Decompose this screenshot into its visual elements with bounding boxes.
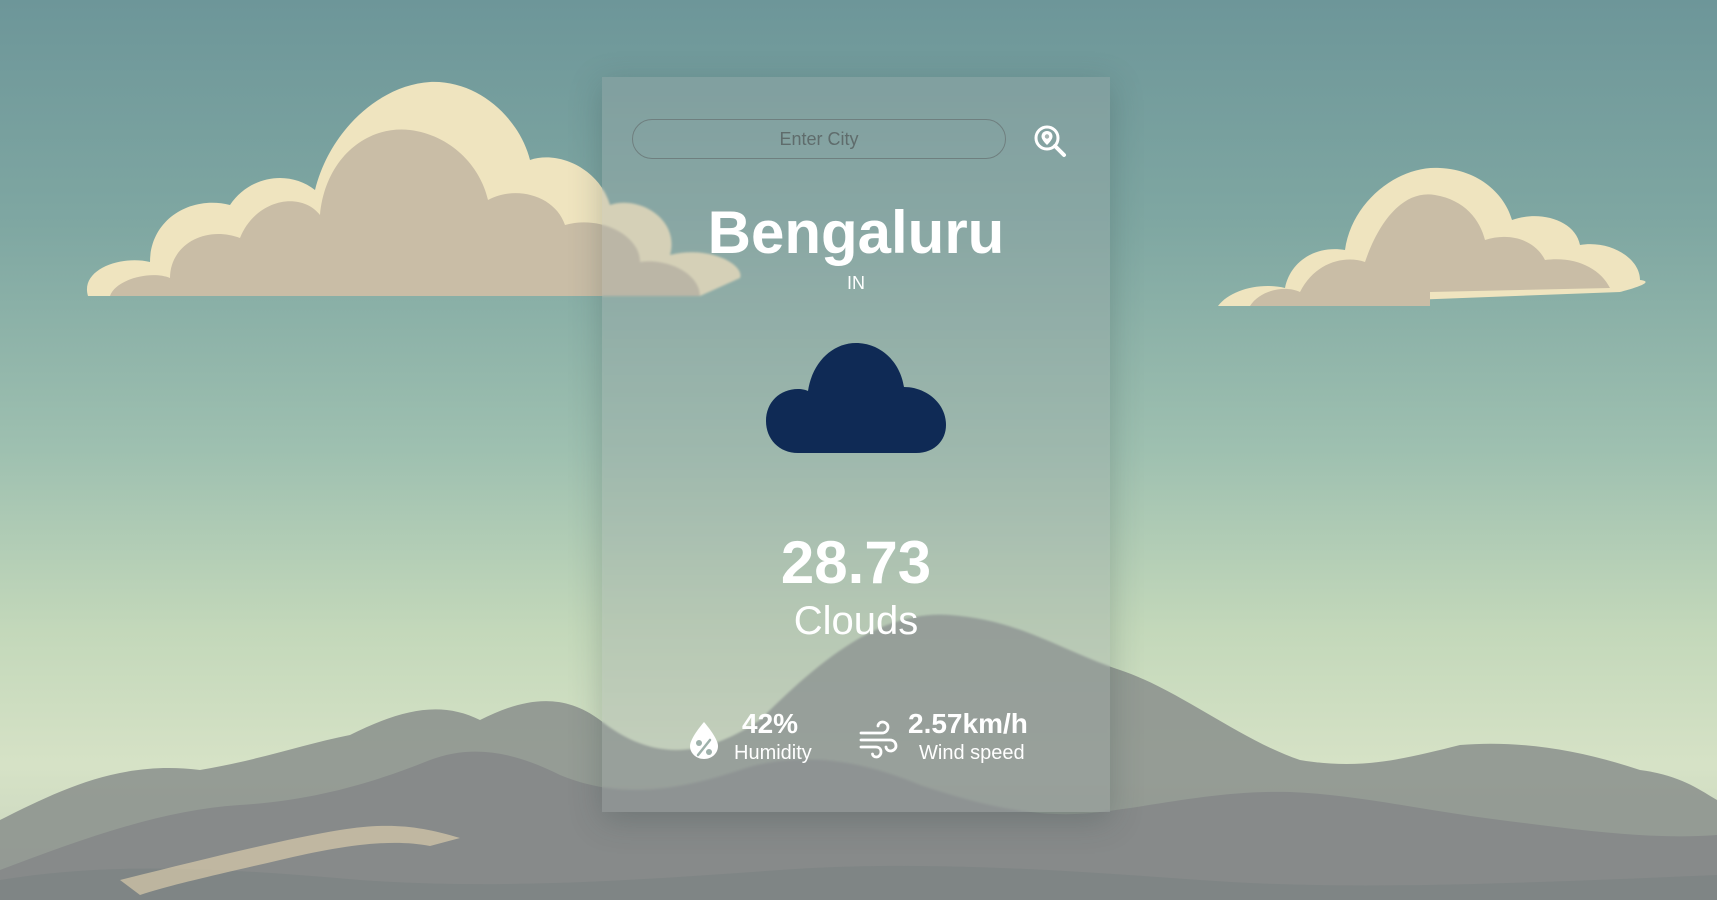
weather-stats: 42% Humidity 2.57km/h Wind speed [602, 708, 1110, 769]
cloud-icon [766, 343, 946, 453]
wind-speed-label: Wind speed [919, 742, 1025, 764]
city-search-input[interactable] [632, 119, 1006, 159]
location-search-icon [1034, 125, 1066, 157]
wind-icon [859, 720, 898, 759]
weather-card: Bengaluru IN 28.73 Clouds 42% Humidity 2… [602, 77, 1110, 812]
wind-stat: 2.57km/h Wind speed [858, 708, 1078, 769]
country-code: IN [847, 273, 865, 293]
humidity-label: Humidity [734, 742, 812, 764]
wind-speed-value: 2.57km/h [908, 708, 1028, 739]
weather-condition: Clouds [793, 599, 919, 643]
temperature-value: 28.73 [780, 529, 932, 596]
search-bar [632, 119, 1082, 163]
background-cloud-right [1218, 167, 1646, 306]
humidity-icon [690, 722, 718, 759]
humidity-value: 42% [742, 708, 799, 739]
search-button[interactable] [1032, 123, 1068, 159]
humidity-stat: 42% Humidity [684, 708, 834, 769]
city-name: Bengaluru [707, 199, 1005, 266]
